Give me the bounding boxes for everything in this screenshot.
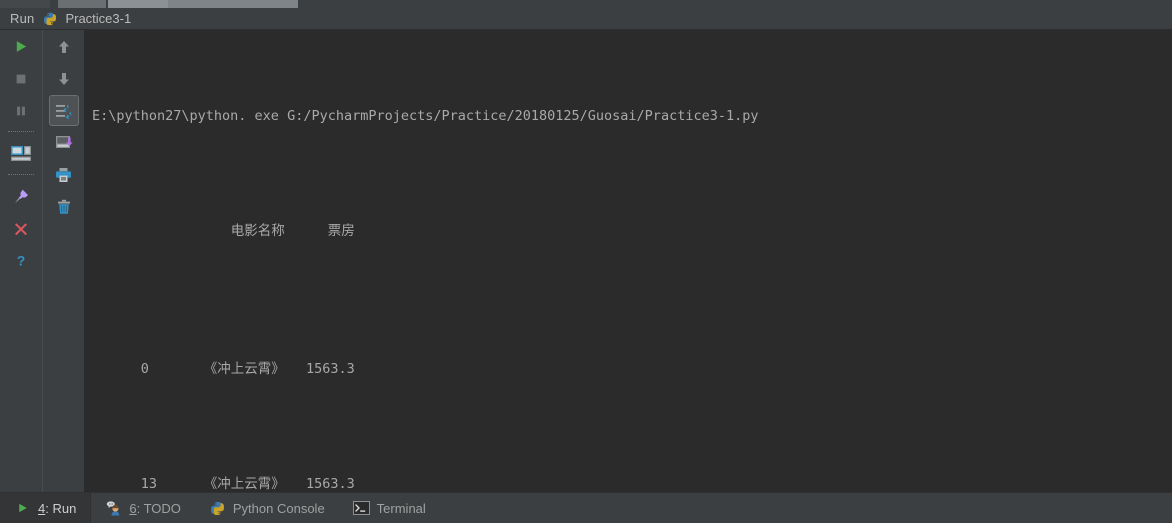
svg-text:?: ? [17, 253, 26, 269]
pin-tab-button[interactable] [6, 181, 36, 212]
console-table-header: 电影名称 票房 [92, 197, 1172, 266]
python-icon [209, 500, 226, 517]
tab-terminal[interactable]: Terminal [339, 493, 440, 523]
row-index: 0 [140, 361, 149, 377]
up-the-stack-button[interactable] [49, 31, 79, 62]
table-row: 0 《冲上云霄》 1563.3 [92, 335, 1172, 404]
console-command-line: E:\python27\python. exe G:/PycharmProjec… [92, 108, 759, 124]
soft-wrap-button[interactable] [48, 95, 79, 126]
tab-terminal-label: Terminal [376, 500, 426, 516]
table-row: 13 《冲上云霄》 1563.3 [92, 450, 1172, 492]
stop-icon [14, 72, 28, 86]
chrome-fragment [58, 0, 106, 8]
stop-button[interactable] [6, 63, 36, 94]
header-movie-name: 电影名称 [230, 223, 285, 239]
run-console[interactable]: E:\python27\python. exe G:/PycharmProjec… [84, 30, 1172, 492]
help-icon: ? [13, 253, 29, 269]
tab-python-console-label: Python Console [232, 500, 325, 516]
export-button[interactable] [49, 127, 79, 158]
run-toolbar-right-column [42, 30, 84, 492]
python-icon [43, 12, 57, 26]
todo-icon [105, 500, 122, 517]
rerun-button[interactable] [6, 31, 36, 62]
chrome-fragment [108, 0, 168, 8]
close-icon [13, 221, 29, 237]
run-configuration-name: Practice3-1 [65, 11, 132, 26]
down-the-stack-button[interactable] [49, 63, 79, 94]
print-icon [55, 167, 72, 183]
play-icon [14, 39, 29, 54]
row-box-office: 1563.3 [306, 361, 355, 377]
run-tool-window-header: Run Practice3-1 [0, 8, 1172, 30]
tool-window-status-bar: 4: Run 6: TODO Python Console Terminal [0, 492, 1172, 523]
restore-layout-button[interactable] [6, 138, 36, 169]
tab-todo-label: 6: TODO [129, 501, 181, 516]
clear-all-button[interactable] [49, 191, 79, 222]
console-output: E:\python27\python. exe G:/PycharmProjec… [84, 30, 1172, 492]
row-index: 13 [140, 476, 158, 492]
toolbar-separator [8, 174, 34, 176]
tab-python-console[interactable]: Python Console [195, 493, 339, 523]
tab-todo[interactable]: 6: TODO [91, 493, 195, 523]
header-box-office: 票房 [327, 223, 355, 239]
arrow-up-icon [56, 39, 72, 55]
tab-todo-mnemonic: 6 [129, 500, 137, 516]
row-movie-name: 《冲上云霄》 [203, 476, 285, 492]
chrome-fragment [168, 0, 298, 8]
tab-todo-text: TODO [143, 500, 181, 516]
play-icon [14, 500, 31, 517]
tab-todo-separator: : [136, 500, 144, 516]
arrow-down-icon [56, 71, 72, 87]
tab-run[interactable]: 4: Run [0, 493, 92, 523]
run-toolbar: ? [0, 30, 84, 492]
run-header-label: Run [10, 11, 35, 26]
print-button[interactable] [49, 159, 79, 190]
pin-icon [13, 188, 30, 205]
toolbar-separator [8, 131, 34, 133]
tab-run-text: Run [52, 500, 77, 516]
chrome-fragment [0, 0, 50, 8]
tab-run-label: 4: Run [38, 501, 76, 516]
help-button[interactable]: ? [6, 245, 36, 276]
close-button[interactable] [6, 213, 36, 244]
trash-icon [56, 199, 72, 215]
pause-icon [14, 104, 28, 118]
row-movie-name: 《冲上云霄》 [203, 361, 285, 377]
terminal-icon [352, 500, 370, 517]
run-toolbar-left-column: ? [0, 30, 42, 276]
restore-layout-icon [10, 145, 32, 163]
soft-wrap-icon [55, 103, 73, 119]
save-to-file-icon [55, 134, 73, 151]
pause-button[interactable] [6, 95, 36, 126]
row-box-office: 1563.3 [306, 476, 355, 492]
